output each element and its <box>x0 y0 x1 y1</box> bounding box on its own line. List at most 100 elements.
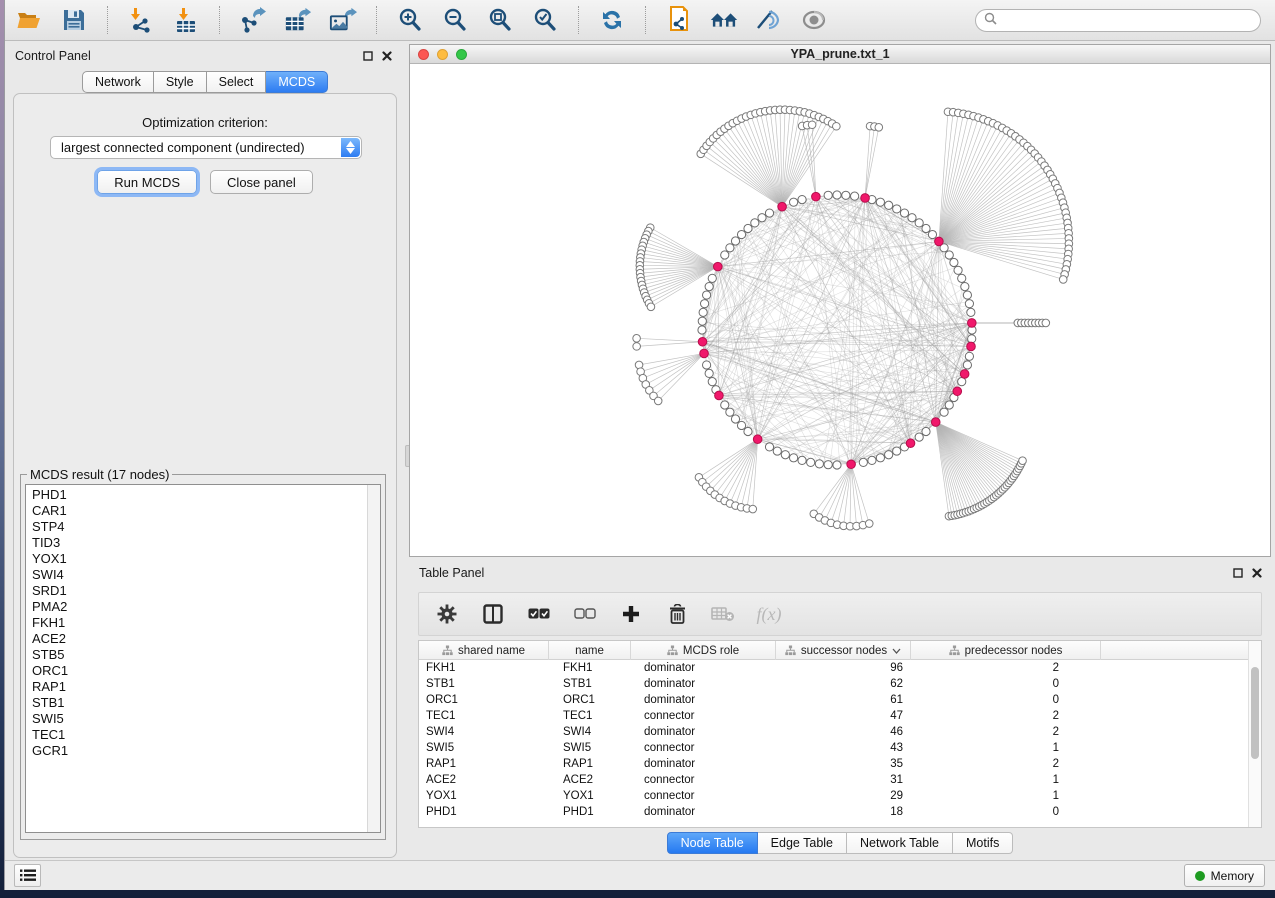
mcds-list-scrollbar[interactable] <box>367 485 380 832</box>
network-node[interactable] <box>950 258 958 266</box>
network-node[interactable] <box>744 224 752 232</box>
network-node[interactable] <box>731 415 739 423</box>
mcds-result-item[interactable]: STP4 <box>32 519 380 535</box>
network-node[interactable] <box>859 458 867 466</box>
close-panel-button[interactable]: Close panel <box>210 170 313 194</box>
delete-trash-icon[interactable] <box>665 602 689 626</box>
mcds-hub-node[interactable] <box>753 435 762 444</box>
satellite-node[interactable] <box>1059 276 1067 284</box>
table-row[interactable]: RAP1RAP1dominator352 <box>419 756 1248 772</box>
network-node[interactable] <box>815 460 823 468</box>
table-body[interactable]: FKH1FKH1dominator962STB1STB1dominator620… <box>419 660 1248 827</box>
network-node[interactable] <box>963 291 971 299</box>
table-vertical-scrollbar[interactable] <box>1248 641 1261 827</box>
mcds-result-list[interactable]: PHD1CAR1STP4TID3YOX1SWI4SRD1PMA2FKH1ACE2… <box>25 484 381 833</box>
network-node[interactable] <box>908 214 916 222</box>
mcds-result-item[interactable]: CAR1 <box>32 503 380 519</box>
network-node[interactable] <box>726 244 734 252</box>
network-node[interactable] <box>885 451 893 459</box>
column-header-successor-nodes[interactable]: successor nodes <box>776 641 911 660</box>
task-history-button[interactable] <box>14 864 41 887</box>
network-node[interactable] <box>703 361 711 369</box>
mcds-hub-node[interactable] <box>778 202 787 211</box>
network-node[interactable] <box>958 378 966 386</box>
table-row[interactable]: FKH1FKH1dominator962 <box>419 660 1248 676</box>
network-node[interactable] <box>851 192 859 200</box>
mcds-hub-node[interactable] <box>967 342 976 351</box>
table-row[interactable]: STB1STB1dominator620 <box>419 676 1248 692</box>
float-panel-icon[interactable] <box>362 50 374 62</box>
tab-network[interactable]: Network <box>82 71 154 93</box>
satellite-node[interactable] <box>1019 457 1027 465</box>
network-node[interactable] <box>798 456 806 464</box>
mcds-result-item[interactable]: ACE2 <box>32 631 380 647</box>
table-row[interactable]: TEC1TEC1connector472 <box>419 708 1248 724</box>
mcds-hub-node[interactable] <box>935 237 944 246</box>
zoom-out-icon[interactable] <box>441 6 469 34</box>
satellite-node[interactable] <box>833 122 841 130</box>
add-row-plus-icon[interactable] <box>619 602 643 626</box>
deselect-all-icon[interactable] <box>573 602 597 626</box>
show-columns-icon[interactable] <box>481 602 505 626</box>
mcds-result-item[interactable]: SWI4 <box>32 567 380 583</box>
network-node[interactable] <box>698 326 706 334</box>
network-node[interactable] <box>900 209 908 217</box>
show-graphics-details-icon[interactable] <box>800 6 828 34</box>
scrollbar-thumb[interactable] <box>1251 667 1259 759</box>
network-node[interactable] <box>915 219 923 227</box>
tab-style[interactable]: Style <box>154 71 207 93</box>
mcds-result-item[interactable]: TID3 <box>32 535 380 551</box>
network-node[interactable] <box>958 274 966 282</box>
satellite-node[interactable] <box>647 303 655 311</box>
network-node[interactable] <box>961 283 969 291</box>
table-row[interactable]: SWI4SWI4dominator462 <box>419 724 1248 740</box>
mcds-hub-node[interactable] <box>968 319 977 328</box>
network-node[interactable] <box>876 198 884 206</box>
mcds-hub-node[interactable] <box>715 391 724 400</box>
search-input[interactable] <box>1002 12 1260 30</box>
mcds-hub-node[interactable] <box>960 370 969 379</box>
network-node[interactable] <box>945 401 953 409</box>
mcds-result-item[interactable]: FKH1 <box>32 615 380 631</box>
satellite-node[interactable] <box>633 343 641 351</box>
mcds-hub-node[interactable] <box>906 439 915 448</box>
network-node[interactable] <box>744 427 752 435</box>
mcds-hub-node[interactable] <box>700 349 709 358</box>
network-node[interactable] <box>842 191 850 199</box>
network-node[interactable] <box>824 461 832 469</box>
network-node[interactable] <box>765 209 773 217</box>
satellite-node[interactable] <box>749 505 757 513</box>
table-settings-gear-icon[interactable] <box>435 602 459 626</box>
run-mcds-button[interactable]: Run MCDS <box>97 170 197 194</box>
tab-motifs[interactable]: Motifs <box>953 832 1013 854</box>
network-window-titlebar[interactable]: YPA_prune.txt_1 <box>410 45 1270 64</box>
save-session-icon[interactable] <box>60 6 88 34</box>
network-node[interactable] <box>893 205 901 213</box>
mcds-result-item[interactable]: STB1 <box>32 695 380 711</box>
network-node[interactable] <box>726 408 734 416</box>
refresh-view-icon[interactable] <box>598 6 626 34</box>
network-node[interactable] <box>915 433 923 441</box>
mcds-hub-node[interactable] <box>812 192 821 201</box>
column-header-predecessor-nodes[interactable]: predecessor nodes <box>911 641 1101 660</box>
export-table-icon[interactable] <box>284 6 312 34</box>
network-node[interactable] <box>737 230 745 238</box>
network-node[interactable] <box>876 454 884 462</box>
satellite-node[interactable] <box>1042 319 1050 327</box>
column-header-shared-name[interactable]: shared name <box>419 641 549 660</box>
network-node[interactable] <box>698 317 706 325</box>
tab-select[interactable]: Select <box>207 71 267 93</box>
network-node[interactable] <box>967 308 975 316</box>
export-image-icon[interactable] <box>329 6 357 34</box>
satellite-node[interactable] <box>654 397 662 405</box>
network-canvas[interactable] <box>410 64 1270 556</box>
table-row[interactable]: SWI5SWI5connector431 <box>419 740 1248 756</box>
network-node[interactable] <box>700 300 708 308</box>
mcds-hub-node[interactable] <box>698 337 707 346</box>
table-row[interactable]: YOX1YOX1connector291 <box>419 788 1248 804</box>
optimization-criterion-select[interactable]: largest connected component (undirected) <box>50 136 362 159</box>
network-node[interactable] <box>773 447 781 455</box>
network-node[interactable] <box>885 201 893 209</box>
satellite-node[interactable] <box>633 335 641 343</box>
mcds-hub-node[interactable] <box>861 194 870 203</box>
